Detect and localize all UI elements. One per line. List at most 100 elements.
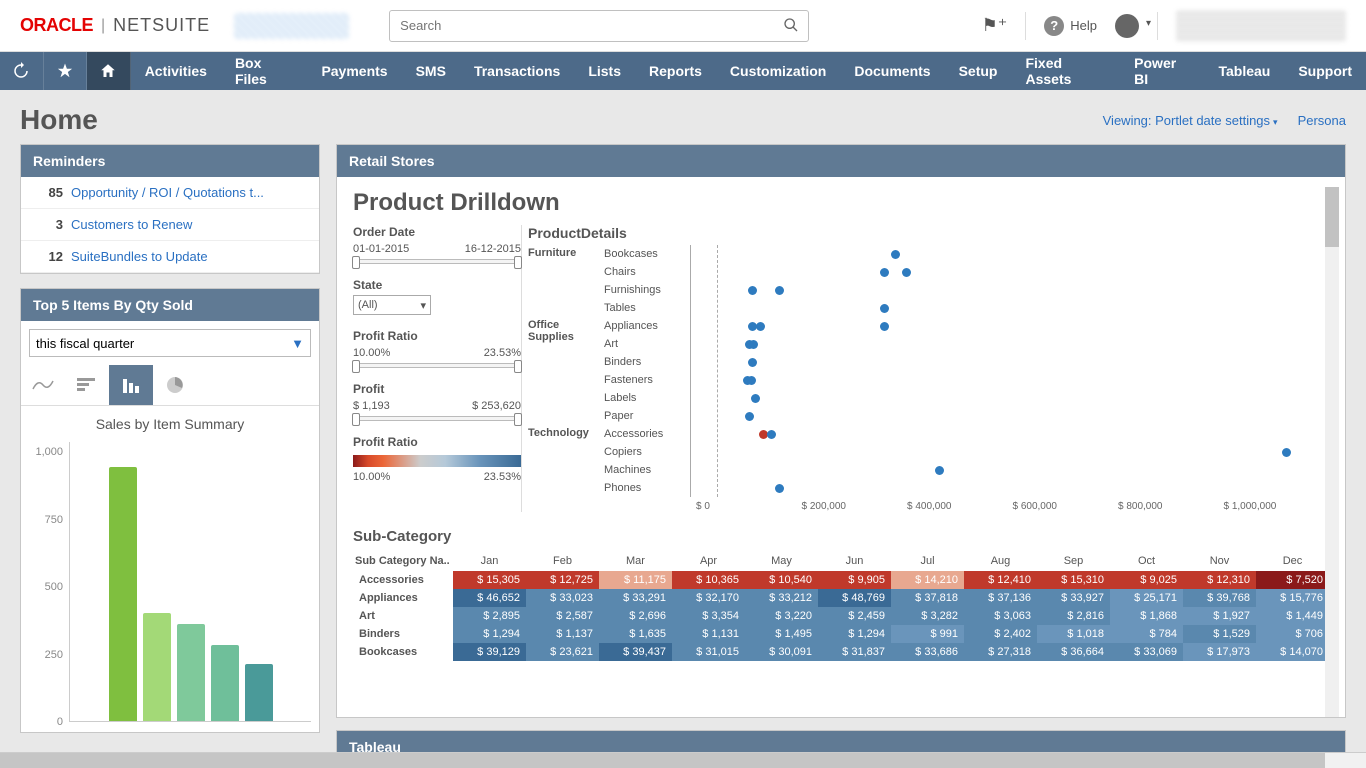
heatmap-cell[interactable]: $ 12,410 [964, 571, 1037, 589]
heatmap-cell[interactable]: $ 46,652 [453, 589, 526, 607]
scatter-dot[interactable] [880, 322, 889, 331]
help-link[interactable]: ? Help [1044, 16, 1097, 36]
nav-item-documents[interactable]: Documents [840, 52, 944, 90]
heatmap-cell[interactable]: $ 11,175 [599, 571, 672, 589]
scatter-dot[interactable] [775, 484, 784, 493]
heatmap-cell[interactable]: $ 9,905 [818, 571, 891, 589]
chart-type-line[interactable] [21, 365, 65, 405]
scatter-dot[interactable] [748, 286, 757, 295]
heatmap-cell[interactable]: $ 25,171 [1110, 589, 1183, 607]
heatmap-cell[interactable]: $ 2,816 [1037, 607, 1110, 625]
reminder-link[interactable]: SuiteBundles to Update [71, 249, 208, 264]
heatmap-cell[interactable]: $ 3,063 [964, 607, 1037, 625]
heatmap-cell[interactable]: $ 36,664 [1037, 643, 1110, 661]
heatmap-cell[interactable]: $ 39,437 [599, 643, 672, 661]
personalize-link[interactable]: Persona [1298, 113, 1346, 128]
scatter-dot[interactable] [880, 304, 889, 313]
search-input[interactable] [389, 10, 809, 42]
heatmap-cell[interactable]: $ 33,069 [1110, 643, 1183, 661]
heatmap-cell[interactable]: $ 30,091 [745, 643, 818, 661]
heatmap-cell[interactable]: $ 2,696 [599, 607, 672, 625]
nav-item-sms[interactable]: SMS [402, 52, 460, 90]
heatmap-cell[interactable]: $ 12,310 [1183, 571, 1256, 589]
nav-item-payments[interactable]: Payments [307, 52, 401, 90]
heatmap-cell[interactable]: $ 17,973 [1183, 643, 1256, 661]
heatmap-cell[interactable]: $ 14,070 [1256, 643, 1329, 661]
heatmap-cell[interactable]: $ 3,220 [745, 607, 818, 625]
heatmap-cell[interactable]: $ 12,725 [526, 571, 599, 589]
scatter-dot[interactable] [756, 322, 765, 331]
heatmap-cell[interactable]: $ 15,776 [1256, 589, 1329, 607]
heatmap-cell[interactable]: $ 3,354 [672, 607, 745, 625]
chart-type-bar-v[interactable] [109, 365, 153, 405]
heatmap-cell[interactable]: $ 31,837 [818, 643, 891, 661]
scatter-dot[interactable] [767, 430, 776, 439]
heatmap-cell[interactable]: $ 1,137 [526, 625, 599, 643]
nav-item-reports[interactable]: Reports [635, 52, 716, 90]
heatmap-cell[interactable]: $ 32,170 [672, 589, 745, 607]
user-menu-icon[interactable] [1115, 14, 1139, 38]
heatmap-cell[interactable]: $ 48,769 [818, 589, 891, 607]
nav-history-button[interactable] [0, 52, 44, 90]
period-select[interactable]: this fiscal quarter ▼ [29, 329, 311, 357]
new-item-icon[interactable]: ⚑⁺ [982, 15, 1008, 36]
bar[interactable] [211, 645, 239, 721]
scatter-dot[interactable] [747, 376, 756, 385]
chart-type-pie[interactable] [153, 365, 197, 405]
scatter-dot[interactable] [775, 286, 784, 295]
heatmap-cell[interactable]: $ 14,210 [891, 571, 964, 589]
window-scrollbar-h[interactable] [0, 752, 1366, 768]
heatmap-cell[interactable]: $ 39,129 [453, 643, 526, 661]
scatter-dot[interactable] [749, 340, 758, 349]
heatmap-cell[interactable]: $ 1,449 [1256, 607, 1329, 625]
heatmap-cell[interactable]: $ 2,587 [526, 607, 599, 625]
scatter-dot[interactable] [745, 412, 754, 421]
reminder-row[interactable]: 3Customers to Renew [21, 209, 319, 241]
heatmap-cell[interactable]: $ 1,495 [745, 625, 818, 643]
heatmap-cell[interactable]: $ 991 [891, 625, 964, 643]
heatmap-cell[interactable]: $ 1,529 [1183, 625, 1256, 643]
heatmap-cell[interactable]: $ 9,025 [1110, 571, 1183, 589]
heatmap-cell[interactable]: $ 1,635 [599, 625, 672, 643]
scatter-dot[interactable] [748, 358, 757, 367]
scatter-dot[interactable] [751, 394, 760, 403]
heatmap-cell[interactable]: $ 23,621 [526, 643, 599, 661]
scatter-dot[interactable] [891, 250, 900, 259]
heatmap-cell[interactable]: $ 2,895 [453, 607, 526, 625]
reminder-link[interactable]: Opportunity / ROI / Quotations t... [71, 185, 264, 200]
profit-slider[interactable] [353, 416, 521, 421]
viewing-dropdown[interactable]: Viewing: Portlet date settings [1103, 113, 1278, 128]
heatmap-cell[interactable]: $ 15,305 [453, 571, 526, 589]
scatter-dot[interactable] [880, 268, 889, 277]
profit-ratio-slider[interactable] [353, 363, 521, 368]
heatmap-cell[interactable]: $ 706 [1256, 625, 1329, 643]
heatmap-cell[interactable]: $ 37,818 [891, 589, 964, 607]
reminder-row[interactable]: 85Opportunity / ROI / Quotations t... [21, 177, 319, 209]
heatmap-cell[interactable]: $ 1,018 [1037, 625, 1110, 643]
heatmap-cell[interactable]: $ 2,459 [818, 607, 891, 625]
heatmap-cell[interactable]: $ 33,927 [1037, 589, 1110, 607]
nav-item-lists[interactable]: Lists [574, 52, 635, 90]
heatmap-cell[interactable]: $ 3,282 [891, 607, 964, 625]
nav-item-tableau[interactable]: Tableau [1204, 52, 1284, 90]
heatmap-cell[interactable]: $ 33,686 [891, 643, 964, 661]
heatmap-cell[interactable]: $ 33,023 [526, 589, 599, 607]
heatmap-cell[interactable]: $ 1,131 [672, 625, 745, 643]
nav-item-activities[interactable]: Activities [131, 52, 221, 90]
heatmap-cell[interactable]: $ 784 [1110, 625, 1183, 643]
nav-item-transactions[interactable]: Transactions [460, 52, 574, 90]
heatmap-cell[interactable]: $ 31,015 [672, 643, 745, 661]
heatmap-cell[interactable]: $ 39,768 [1183, 589, 1256, 607]
chart-type-bar-h[interactable] [65, 365, 109, 405]
heatmap-cell[interactable]: $ 15,310 [1037, 571, 1110, 589]
heatmap-cell[interactable]: $ 33,291 [599, 589, 672, 607]
bar[interactable] [177, 624, 205, 721]
heatmap-cell[interactable]: $ 1,294 [818, 625, 891, 643]
nav-item-setup[interactable]: Setup [945, 52, 1012, 90]
heatmap-cell[interactable]: $ 1,868 [1110, 607, 1183, 625]
scatter-dot[interactable] [935, 466, 944, 475]
heatmap-cell[interactable]: $ 37,136 [964, 589, 1037, 607]
state-select[interactable]: (All)▾ [353, 295, 431, 315]
nav-favorites-button[interactable] [44, 52, 88, 90]
heatmap-cell[interactable]: $ 33,212 [745, 589, 818, 607]
